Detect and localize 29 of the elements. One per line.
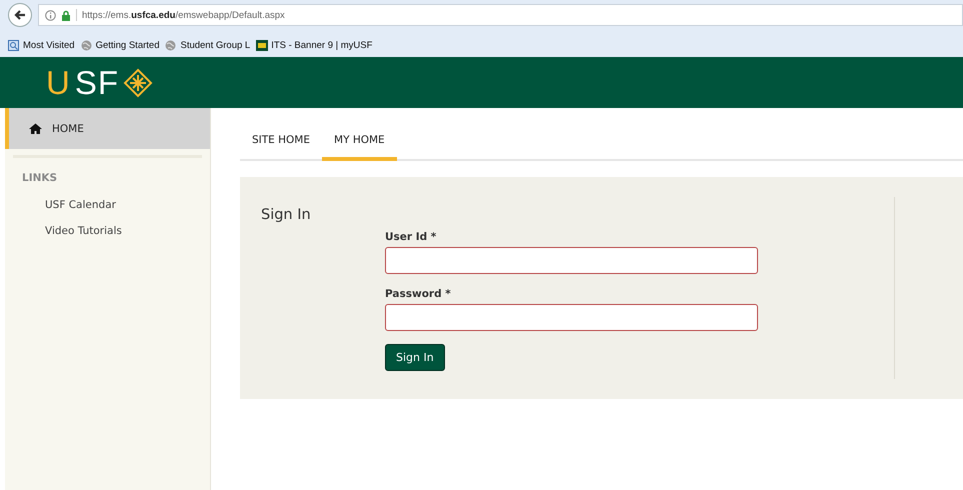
search-icon <box>8 40 20 50</box>
back-arrow-icon <box>13 8 27 22</box>
sidebar-link[interactable]: USF Calendar <box>5 194 210 220</box>
info-icon <box>45 10 56 20</box>
sidebar-link[interactable]: Video Tutorials <box>5 220 210 246</box>
field-label: User Id * <box>385 231 438 243</box>
globe-icon <box>165 40 178 50</box>
cross-emblem-icon <box>123 68 154 98</box>
bookmark-link[interactable]: Student Group L <box>165 40 250 50</box>
back-button[interactable] <box>8 3 32 27</box>
globe-icon <box>80 40 93 50</box>
bookmark-link[interactable]: Most Visited <box>8 40 75 50</box>
logo-text: U SF <box>46 64 120 102</box>
panel-title: Sign In <box>261 207 312 225</box>
sign-in-button[interactable]: Sign In <box>385 344 445 371</box>
url-text: https://ems.usfca.edu/emswebapp/Default.aspx <box>82 10 285 20</box>
input-field[interactable] <box>385 247 758 274</box>
usf-logo-icon <box>256 40 268 50</box>
nav-tab[interactable]: SITE HOME <box>240 120 322 161</box>
bookmark-link[interactable]: ITS - Banner 9 | myUSF <box>256 40 372 50</box>
address-bar[interactable]: https://ems.usfca.edu/emswebapp/Default.aspx <box>38 4 963 26</box>
home-icon <box>29 123 42 134</box>
nav-tab[interactable]: MY HOME <box>322 120 397 161</box>
input-field[interactable] <box>385 304 758 331</box>
lock-icon <box>61 10 71 20</box>
section-heading: LINKS <box>21 172 58 184</box>
home-nav-item[interactable]: HOME <box>5 108 210 149</box>
field-label: Password * <box>385 288 452 300</box>
bookmark-link[interactable]: Getting Started <box>80 40 160 50</box>
